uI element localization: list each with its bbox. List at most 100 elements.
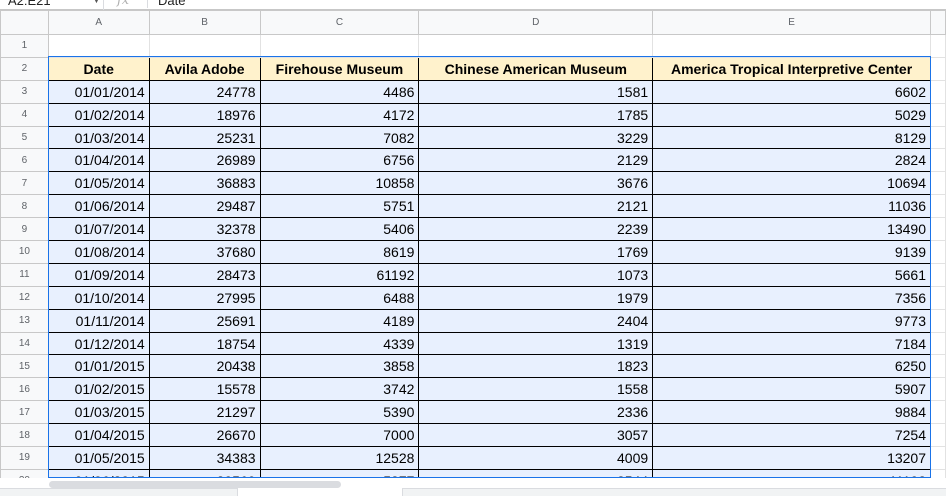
horizontal-scrollbar-thumb[interactable] [49,481,341,488]
table-cell[interactable]: 4009 [418,446,654,470]
empty-cell[interactable] [930,194,946,219]
table-cell[interactable]: 32378 [148,217,261,242]
table-cell[interactable]: 8129 [652,125,931,150]
table-cell[interactable]: 9139 [652,240,931,264]
formula-input[interactable]: Date [158,0,185,10]
column-header-d[interactable]: D [418,10,654,35]
column-header-overflow[interactable] [930,10,946,35]
table-cell[interactable]: 01/02/2014 [47,102,150,127]
empty-cell[interactable] [930,423,946,448]
table-cell[interactable]: 12528 [259,446,420,470]
table-cell[interactable]: 18754 [148,331,261,356]
row-header[interactable]: 12 [0,285,49,310]
empty-cell[interactable] [930,171,946,196]
table-cell[interactable]: 01/04/2015 [47,423,150,448]
column-header-a[interactable]: A [47,10,150,35]
table-cell[interactable]: 34383 [148,446,261,470]
empty-cell[interactable] [930,240,946,264]
chevron-down-icon[interactable]: ▼ [92,0,101,10]
select-all-corner[interactable] [0,10,49,35]
table-cell[interactable]: 4339 [259,331,420,356]
table-cell[interactable]: 01/05/2015 [47,446,150,470]
row-header[interactable]: 15 [0,354,49,379]
table-cell[interactable]: 01/03/2015 [47,400,150,425]
table-cell[interactable]: 01/08/2014 [47,240,150,264]
empty-cell[interactable] [930,56,946,81]
table-cell[interactable]: 01/10/2014 [47,285,150,310]
table-cell[interactable]: 3229 [418,125,654,150]
table-cell[interactable]: 11036 [652,194,931,219]
row-header[interactable]: 1 [0,34,49,58]
table-cell[interactable]: 5390 [259,400,420,425]
table-cell[interactable]: 5406 [259,217,420,242]
table-cell[interactable]: 2824 [652,148,931,173]
table-header-cell[interactable]: Date [47,56,150,81]
table-cell[interactable]: 4486 [259,79,420,104]
table-cell[interactable]: 29487 [148,194,261,219]
column-header-e[interactable]: E [652,10,931,35]
row-header[interactable]: 8 [0,194,49,219]
empty-cell[interactable] [930,125,946,150]
table-cell[interactable]: 6488 [259,285,420,310]
row-header[interactable]: 6 [0,148,49,173]
row-header[interactable]: 7 [0,171,49,196]
row-header[interactable]: 2 [0,56,49,81]
table-cell[interactable]: 13490 [652,217,931,242]
row-header[interactable]: 13 [0,308,49,333]
empty-cell[interactable] [930,446,946,470]
table-cell[interactable]: 26989 [148,148,261,173]
table-cell[interactable]: 01/12/2014 [47,331,150,356]
empty-cell[interactable] [930,331,946,356]
table-cell[interactable]: 6602 [652,79,931,104]
table-cell[interactable]: 01/05/2014 [47,171,150,196]
table-cell[interactable]: 2239 [418,217,654,242]
table-cell[interactable]: 9884 [652,400,931,425]
empty-cell[interactable] [930,377,946,402]
name-box[interactable]: A2:E21 [0,0,104,10]
table-cell[interactable]: 1319 [418,331,654,356]
table-header-cell[interactable]: Chinese American Museum [418,56,654,81]
row-header[interactable]: 19 [0,446,49,470]
empty-cell[interactable] [930,285,946,310]
table-cell[interactable]: 1581 [418,79,654,104]
table-cell[interactable]: 10694 [652,171,931,196]
table-cell[interactable]: 1073 [418,262,654,287]
table-cell[interactable]: 01/01/2015 [47,354,150,379]
row-header[interactable]: 16 [0,377,49,402]
row-header[interactable]: 4 [0,102,49,127]
empty-cell[interactable] [930,308,946,333]
empty-cell[interactable] [930,262,946,287]
empty-cell[interactable] [930,148,946,173]
table-cell[interactable]: 27995 [148,285,261,310]
column-header-c[interactable]: C [259,10,420,35]
table-cell[interactable]: 01/01/2014 [47,79,150,104]
table-cell[interactable]: 13207 [652,446,931,470]
table-cell[interactable]: 36883 [148,171,261,196]
table-cell[interactable]: 01/02/2015 [47,377,150,402]
table-cell[interactable]: 7082 [259,125,420,150]
table-cell[interactable]: 6756 [259,148,420,173]
table-cell[interactable]: 1769 [418,240,654,264]
table-header-cell[interactable]: Firehouse Museum [259,56,420,81]
table-cell[interactable]: 3676 [418,171,654,196]
table-cell[interactable]: 61192 [259,262,420,287]
row-header[interactable]: 18 [0,423,49,448]
table-cell[interactable]: 5029 [652,102,931,127]
table-cell[interactable]: 25231 [148,125,261,150]
table-header-cell[interactable]: Avila Adobe [148,56,261,81]
table-cell[interactable]: 2336 [418,400,654,425]
row-header[interactable]: 11 [0,262,49,287]
table-cell[interactable]: 24778 [148,79,261,104]
empty-cell[interactable] [930,34,946,58]
table-cell[interactable]: 5751 [259,194,420,219]
table-cell[interactable]: 1979 [418,285,654,310]
empty-cell[interactable] [930,217,946,242]
table-header-cell[interactable]: America Tropical Interpretive Center [652,56,931,81]
table-cell[interactable]: 01/09/2014 [47,262,150,287]
table-cell[interactable]: 01/11/2014 [47,308,150,333]
table-cell[interactable]: 4189 [259,308,420,333]
table-cell[interactable]: 3742 [259,377,420,402]
table-cell[interactable]: 37680 [148,240,261,264]
empty-cell[interactable] [930,102,946,127]
table-cell[interactable]: 3858 [259,354,420,379]
